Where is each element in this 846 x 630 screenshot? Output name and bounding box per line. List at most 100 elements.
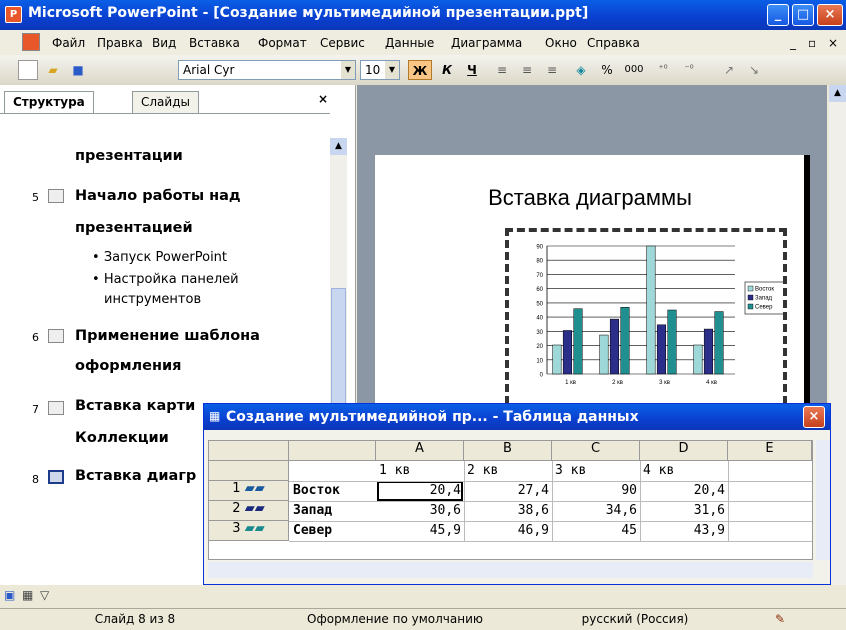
- font-size-combo[interactable]: 10 ▼: [360, 60, 400, 80]
- align-right-icon[interactable]: ≡: [542, 60, 562, 80]
- slide-icon[interactable]: [48, 189, 64, 203]
- design-name[interactable]: Оформление по умолчанию: [290, 612, 500, 626]
- outline-title[interactable]: Вставка карти: [75, 398, 195, 414]
- chevron-down-icon[interactable]: ▼: [341, 61, 355, 79]
- column-header[interactable]: A: [376, 441, 464, 461]
- grid-cell[interactable]: Север: [293, 523, 332, 538]
- scroll-up-icon[interactable]: ▲: [330, 138, 347, 155]
- underline-button[interactable]: Ч: [462, 60, 482, 80]
- y-tick-label: 80: [536, 259, 543, 265]
- maximize-button[interactable]: □: [792, 4, 814, 26]
- slide-icon[interactable]: [48, 329, 64, 343]
- angle-text-down-icon[interactable]: ↘: [744, 60, 764, 80]
- row-header[interactable]: 2 ▰▰: [209, 501, 289, 521]
- menu-insert[interactable]: Вставка: [189, 36, 240, 50]
- outline-title[interactable]: Вставка диагр: [75, 468, 196, 484]
- grid-cell[interactable]: Запад: [293, 503, 332, 518]
- grid-cell[interactable]: 1 кв: [379, 463, 410, 478]
- grid-cell[interactable]: 20,4: [640, 483, 725, 498]
- menu-tools[interactable]: Сервис: [320, 36, 365, 50]
- menu-chart[interactable]: Диаграмма: [451, 36, 522, 50]
- row-header[interactable]: 3 ▰▰: [209, 521, 289, 541]
- align-left-icon[interactable]: ≡: [492, 60, 512, 80]
- menu-view[interactable]: Вид: [152, 36, 176, 50]
- outline-title[interactable]: Начало работы над: [75, 188, 241, 204]
- minimize-button[interactable]: _: [767, 4, 789, 26]
- doc-restore-button[interactable]: ▫: [808, 36, 816, 50]
- close-pane-icon[interactable]: ×: [318, 92, 328, 106]
- new-icon[interactable]: [18, 60, 38, 80]
- outline-title[interactable]: презентацией: [75, 220, 193, 236]
- outline-bullet-cont[interactable]: инструментов: [104, 292, 201, 307]
- slide-scrollbar[interactable]: ▲: [829, 85, 846, 585]
- outline-title[interactable]: Применение шаблона: [75, 328, 260, 344]
- slide-icon-selected[interactable]: [48, 470, 64, 484]
- menu-help[interactable]: Справка: [587, 36, 640, 50]
- close-button[interactable]: ×: [817, 4, 843, 26]
- grid-cell[interactable]: 30,6: [379, 503, 461, 518]
- bold-button[interactable]: Ж: [408, 60, 432, 80]
- outline-title[interactable]: Коллекции: [75, 430, 169, 446]
- grid-cell[interactable]: 4 кв: [643, 463, 674, 478]
- grid-cell[interactable]: 31,6: [640, 503, 725, 518]
- font-name-combo[interactable]: Arial Cyr ▼: [178, 60, 356, 80]
- row-header[interactable]: 1 ▰▰: [209, 481, 289, 501]
- row-header[interactable]: [209, 461, 289, 481]
- menu-edit[interactable]: Правка: [97, 36, 143, 50]
- column-header[interactable]: B: [464, 441, 552, 461]
- chevron-down-icon[interactable]: ▼: [385, 61, 399, 79]
- grid-cell[interactable]: Восток: [293, 483, 340, 498]
- menu-window[interactable]: Окно: [545, 36, 577, 50]
- spelling-icon[interactable]: ✎: [770, 612, 790, 626]
- datasheet-hscroll[interactable]: [208, 562, 813, 578]
- tab-slides[interactable]: Слайды: [132, 91, 199, 113]
- save-icon[interactable]: ■: [68, 60, 88, 80]
- grid-cell[interactable]: 45,9: [379, 523, 461, 538]
- increase-decimal-icon[interactable]: ⁺⁰: [652, 60, 674, 80]
- grid-cell[interactable]: 46,9: [464, 523, 549, 538]
- slide-title[interactable]: Вставка диаграммы: [375, 185, 805, 211]
- outline-bullet[interactable]: • Настройка панелей: [92, 272, 239, 287]
- document-icon[interactable]: [22, 33, 40, 51]
- doc-close-button[interactable]: ×: [828, 36, 838, 50]
- grid-cell[interactable]: 27,4: [464, 483, 549, 498]
- chart-object[interactable]: 0 10 20 30 40 50 60 70 80 90 1 кв 2 кв 3 кв 4 кв Восто…: [505, 228, 787, 428]
- grid-cell[interactable]: 45: [552, 523, 637, 538]
- decrease-decimal-icon[interactable]: ⁻⁰: [678, 60, 700, 80]
- thousands-button[interactable]: 000: [620, 60, 648, 80]
- italic-button[interactable]: К: [437, 60, 457, 80]
- tab-outline[interactable]: Структура: [4, 91, 94, 113]
- align-center-icon[interactable]: ≡: [517, 60, 537, 80]
- menu-file[interactable]: Файл: [52, 36, 85, 50]
- slide-icon[interactable]: [48, 401, 64, 415]
- outline-title[interactable]: оформления: [75, 358, 181, 374]
- grid-cell[interactable]: 2 кв: [467, 463, 498, 478]
- grid-cell[interactable]: 90: [552, 483, 637, 498]
- row-label-header[interactable]: [289, 441, 376, 461]
- grid-cell[interactable]: 43,9: [640, 523, 725, 538]
- grid-cell[interactable]: 20,4: [379, 483, 461, 498]
- column-header[interactable]: C: [552, 441, 640, 461]
- percent-button[interactable]: %: [598, 60, 616, 80]
- grid-cell[interactable]: 3 кв: [555, 463, 586, 478]
- datasheet-vscroll[interactable]: [816, 440, 830, 560]
- outline-text[interactable]: презентации: [75, 148, 183, 164]
- grid-cell[interactable]: 38,6: [464, 503, 549, 518]
- menu-data[interactable]: Данные: [385, 36, 434, 50]
- grid-cell[interactable]: 34,6: [552, 503, 637, 518]
- doc-minimize-button[interactable]: _: [790, 36, 796, 50]
- outline-bullet[interactable]: • Запуск PowerPoint: [92, 250, 227, 265]
- datasheet-close-button[interactable]: ×: [803, 406, 825, 428]
- open-folder-icon[interactable]: ▰: [42, 60, 64, 80]
- slideshow-icon[interactable]: ▽: [40, 588, 49, 602]
- column-header[interactable]: D: [640, 441, 728, 461]
- slide-sorter-icon[interactable]: ▦: [22, 588, 33, 602]
- column-header[interactable]: E: [728, 441, 812, 461]
- menu-format[interactable]: Формат: [258, 36, 307, 50]
- corner-cell[interactable]: [209, 441, 289, 461]
- scroll-up-icon[interactable]: ▲: [829, 85, 846, 102]
- angle-text-icon[interactable]: ↗: [718, 60, 740, 80]
- normal-view-icon[interactable]: ▣: [4, 588, 15, 602]
- datasheet-window[interactable]: ▦ Создание мультимедийной пр... - Таблиц…: [203, 403, 831, 585]
- currency-icon[interactable]: ◈: [570, 60, 592, 80]
